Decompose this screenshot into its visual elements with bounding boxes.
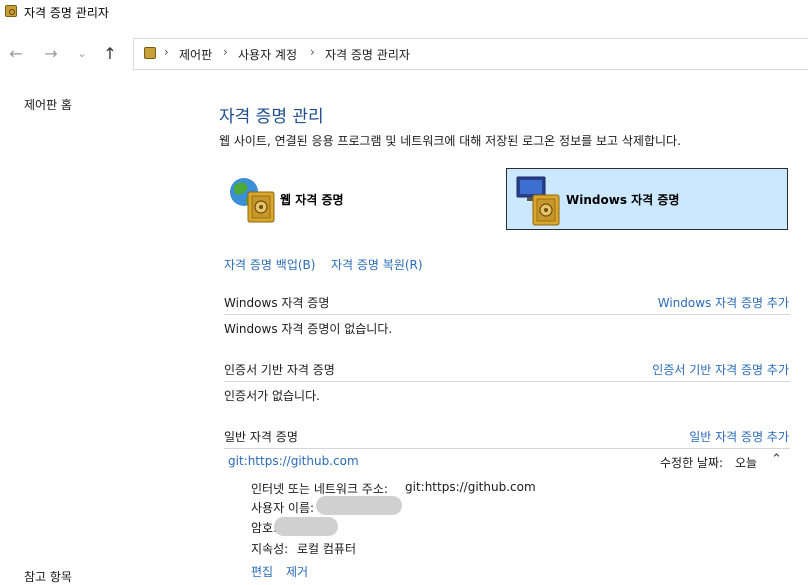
title-bar: 자격 증명 관리자 bbox=[0, 0, 808, 24]
breadcrumb-separator-icon[interactable]: › bbox=[164, 45, 169, 59]
credential-manager-icon bbox=[5, 5, 17, 17]
recent-locations-chevron-icon[interactable]: ⌄ bbox=[73, 45, 91, 63]
sidebar-control-panel-home[interactable]: 제어판 홈 bbox=[24, 96, 72, 113]
backup-credentials-link[interactable]: 자격 증명 백업(B) bbox=[224, 256, 315, 273]
collapse-chevron-icon[interactable]: ⌃ bbox=[771, 452, 782, 467]
windows-credentials-empty-text: Windows 자격 증명이 없습니다. bbox=[224, 322, 393, 336]
web-credentials-label: 웹 자격 증명 bbox=[280, 193, 344, 207]
add-certificate-credential-link[interactable]: 인증서 기반 자격 증명 추가 bbox=[652, 361, 789, 378]
page-description: 웹 사이트, 연결된 응용 프로그램 및 네트워크에 대해 저장된 로그온 정보… bbox=[219, 134, 681, 148]
web-credentials-icon bbox=[230, 178, 275, 223]
username-redacted bbox=[316, 496, 402, 515]
persistence-label: 지속성: bbox=[251, 542, 289, 556]
back-arrow-icon[interactable]: ← bbox=[7, 45, 25, 63]
username-label: 사용자 이름: bbox=[251, 501, 315, 515]
windows-credentials-section-title: Windows 자격 증명 bbox=[224, 296, 330, 310]
edit-credential-link[interactable]: 편집 bbox=[251, 563, 273, 580]
control-panel-icon bbox=[144, 47, 156, 59]
forward-arrow-icon[interactable]: → bbox=[42, 45, 60, 63]
certificate-credentials-section-title: 인증서 기반 자격 증명 bbox=[224, 363, 335, 377]
add-generic-credential-link[interactable]: 일반 자격 증명 추가 bbox=[689, 428, 789, 445]
windows-credentials-label: Windows 자격 증명 bbox=[566, 193, 680, 207]
password-redacted bbox=[274, 517, 338, 536]
persistence-value: 로컬 컴퓨터 bbox=[297, 542, 357, 556]
network-address-value: git:https://github.com bbox=[405, 480, 536, 494]
breadcrumb-control-panel[interactable]: 제어판 bbox=[179, 46, 212, 63]
up-arrow-icon[interactable]: ↑ bbox=[101, 45, 119, 63]
windows-credentials-icon bbox=[516, 176, 560, 226]
windows-credentials-tile[interactable]: Windows 자격 증명 bbox=[506, 168, 788, 230]
address-bar[interactable]: › 제어판 › 사용자 계정 › 자격 증명 관리자 bbox=[133, 38, 808, 70]
page-title: 자격 증명 관리 bbox=[219, 107, 324, 127]
remove-credential-link[interactable]: 제거 bbox=[286, 563, 308, 580]
network-address-label: 인터넷 또는 네트워크 주소: bbox=[251, 482, 388, 496]
breadcrumb-user-accounts[interactable]: 사용자 계정 bbox=[238, 46, 297, 63]
modified-date-label: 수정한 날짜: bbox=[660, 456, 724, 470]
add-windows-credential-link[interactable]: Windows 자격 증명 추가 bbox=[658, 294, 789, 311]
section-divider bbox=[224, 448, 790, 449]
breadcrumb-credential-manager[interactable]: 자격 증명 관리자 bbox=[325, 46, 410, 63]
web-credentials-tile[interactable]: 웹 자격 증명 bbox=[220, 168, 480, 230]
section-divider bbox=[224, 381, 790, 382]
breadcrumb-separator-icon[interactable]: › bbox=[310, 45, 315, 59]
certificate-empty-text: 인증서가 없습니다. bbox=[224, 389, 320, 403]
breadcrumb-separator-icon[interactable]: › bbox=[223, 45, 228, 59]
sidebar-see-also: 참고 항목 bbox=[24, 570, 72, 584]
section-divider bbox=[224, 314, 790, 315]
window-title: 자격 증명 관리자 bbox=[24, 6, 109, 20]
restore-credentials-link[interactable]: 자격 증명 복원(R) bbox=[331, 256, 423, 273]
credential-entry-name[interactable]: git:https://github.com bbox=[228, 454, 359, 468]
modified-date-value: 오늘 bbox=[735, 456, 758, 470]
generic-credentials-section-title: 일반 자격 증명 bbox=[224, 430, 298, 444]
